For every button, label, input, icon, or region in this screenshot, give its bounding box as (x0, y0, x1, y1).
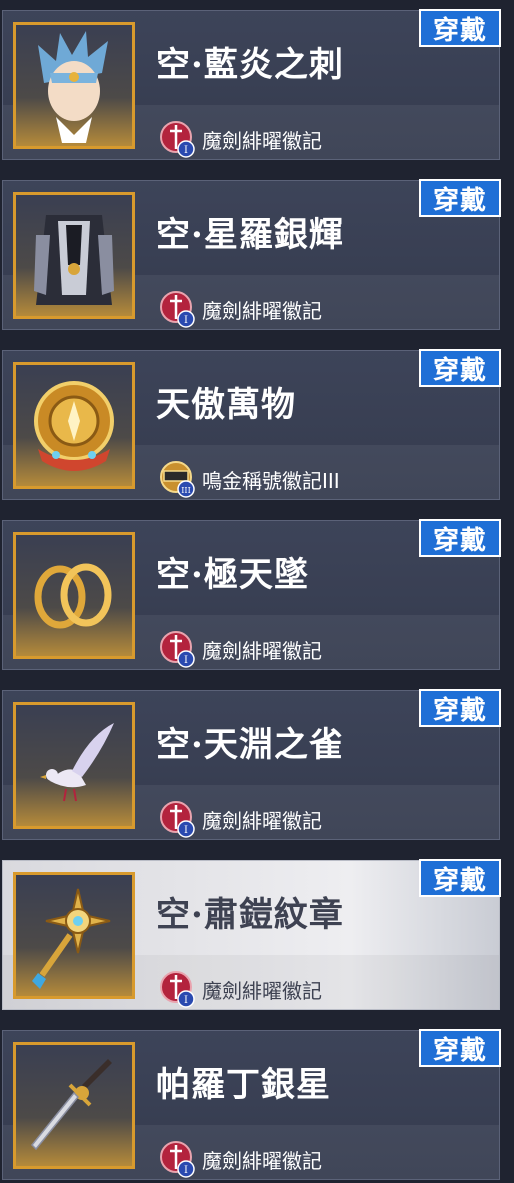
item-title: 天傲萬物 (156, 385, 296, 425)
item-title: 帕羅丁銀星 (156, 1065, 331, 1105)
svg-text:I: I (184, 1165, 188, 1176)
equipment-card-2[interactable]: 天傲萬物 III 鳴金稱號徽記III 穿戴 (2, 349, 501, 500)
svg-text:I: I (184, 655, 188, 666)
wear-button[interactable]: 穿戴 (419, 1029, 501, 1067)
crimson-sword-badge-icon: I (160, 631, 195, 668)
badge-label: 魔劍緋曜徽記 (202, 808, 322, 833)
equipment-card-6[interactable]: 帕羅丁銀星 I 魔劍緋曜徽記 穿戴 (2, 1029, 501, 1180)
svg-text:I: I (184, 825, 188, 836)
badge-label: 鳴金稱號徽記III (202, 468, 340, 493)
wear-button[interactable]: 穿戴 (419, 689, 501, 727)
badge-label: 魔劍緋曜徽記 (202, 978, 322, 1003)
equipment-card-4[interactable]: 空·天淵之雀 I 魔劍緋曜徽記 穿戴 (2, 689, 501, 840)
wear-button[interactable]: 穿戴 (419, 349, 501, 387)
svg-text:I: I (184, 995, 188, 1006)
silver-sword-icon (13, 1042, 135, 1169)
wear-button[interactable]: 穿戴 (419, 179, 501, 217)
badge-label: 魔劍緋曜徽記 (202, 1148, 322, 1173)
equipment-card-0[interactable]: 空·藍炎之刺 I 魔劍緋曜徽記 穿戴 (2, 9, 501, 160)
equipment-card-3[interactable]: 空·極天墜 I 魔劍緋曜徽記 穿戴 (2, 519, 501, 670)
crimson-sword-badge-icon: I (160, 291, 195, 328)
crimson-sword-badge-icon: I (160, 121, 195, 158)
svg-text:I: I (184, 145, 188, 156)
badge-row: I 魔劍緋曜徽記 (156, 631, 322, 668)
armored-outfit-icon (13, 192, 135, 319)
golden-rings-icon (13, 532, 135, 659)
white-bird-icon (13, 702, 135, 829)
item-title: 空·天淵之雀 (156, 725, 344, 765)
equipment-card-5[interactable]: 空·肅鎧紋章 I 魔劍緋曜徽記 穿戴 (2, 859, 501, 1010)
wear-button[interactable]: 穿戴 (419, 9, 501, 47)
item-title: 空·極天墜 (156, 555, 309, 595)
badge-row: I 魔劍緋曜徽記 (156, 121, 322, 158)
badge-label: 魔劍緋曜徽記 (202, 128, 322, 153)
crimson-sword-badge-icon: I (160, 801, 195, 838)
badge-row: III 鳴金稱號徽記III (156, 461, 340, 498)
badge-row: I 魔劍緋曜徽記 (156, 801, 322, 838)
crimson-sword-badge-icon: I (160, 1141, 195, 1178)
golden-emblem-icon (13, 362, 135, 489)
item-title: 空·星羅銀輝 (156, 215, 344, 255)
badge-row: I 魔劍緋曜徽記 (156, 971, 322, 1008)
star-scepter-icon (13, 872, 135, 999)
gold-title-badge-icon: III (160, 461, 195, 498)
item-title: 空·肅鎧紋章 (156, 895, 344, 935)
badge-row: I 魔劍緋曜徽記 (156, 291, 322, 328)
wear-button[interactable]: 穿戴 (419, 859, 501, 897)
blue-hair-portrait-icon (13, 22, 135, 149)
svg-text:III: III (181, 486, 190, 495)
svg-text:I: I (184, 315, 188, 326)
wear-button[interactable]: 穿戴 (419, 519, 501, 557)
badge-label: 魔劍緋曜徽記 (202, 638, 322, 663)
equipment-card-1[interactable]: 空·星羅銀輝 I 魔劍緋曜徽記 穿戴 (2, 179, 501, 330)
badge-label: 魔劍緋曜徽記 (202, 298, 322, 323)
badge-row: I 魔劍緋曜徽記 (156, 1141, 322, 1178)
crimson-sword-badge-icon: I (160, 971, 195, 1008)
item-title: 空·藍炎之刺 (156, 45, 344, 85)
